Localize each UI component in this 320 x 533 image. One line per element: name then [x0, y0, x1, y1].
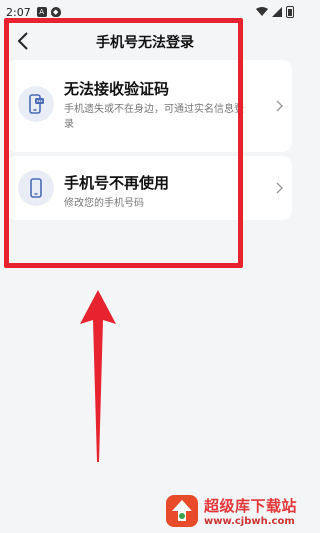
header: 手机号无法登录 — [0, 24, 300, 58]
option-cannot-receive-code[interactable]: 无法接收验证码 手机遗失或不在身边，可通过实名信息登录 — [6, 60, 292, 152]
option-description: 修改您的手机号码 — [64, 198, 144, 209]
status-time: 2:07 — [6, 5, 31, 19]
watermark-text: 超级库下载站 www.cjbwh.com — [204, 495, 297, 527]
watermark-logo-icon — [166, 495, 198, 527]
shield-icon: ◆ — [50, 7, 61, 17]
back-button[interactable] — [12, 30, 34, 52]
status-bar: 2:07 A ◆ — [0, 0, 300, 24]
battery-icon — [286, 6, 294, 18]
option-phone-not-used[interactable]: 手机号不再使用 修改您的手机号码 — [6, 156, 292, 220]
up-arrow-annotation — [80, 290, 116, 462]
option-description: 手机遗失或不在身边，可通过实名信息登录 — [64, 104, 244, 130]
page-title: 手机号无法登录 — [96, 35, 194, 51]
chevron-right-icon — [276, 100, 283, 112]
option-title: 手机号不再使用 — [64, 174, 170, 192]
notification-icon: A — [36, 7, 47, 17]
chevron-right-icon — [276, 182, 283, 194]
phone-message-icon — [18, 86, 54, 122]
chevron-left-icon — [17, 32, 28, 50]
option-title: 无法接收验证码 — [64, 80, 170, 98]
watermark: 超级库下载站 www.cjbwh.com — [165, 491, 300, 531]
phone-icon — [18, 170, 54, 206]
signal-icon — [272, 7, 282, 17]
watermark-url: www.cjbwh.com — [204, 516, 295, 527]
status-icons — [256, 6, 294, 18]
wifi-icon — [256, 7, 268, 16]
watermark-title: 超级库下载站 — [204, 497, 298, 515]
